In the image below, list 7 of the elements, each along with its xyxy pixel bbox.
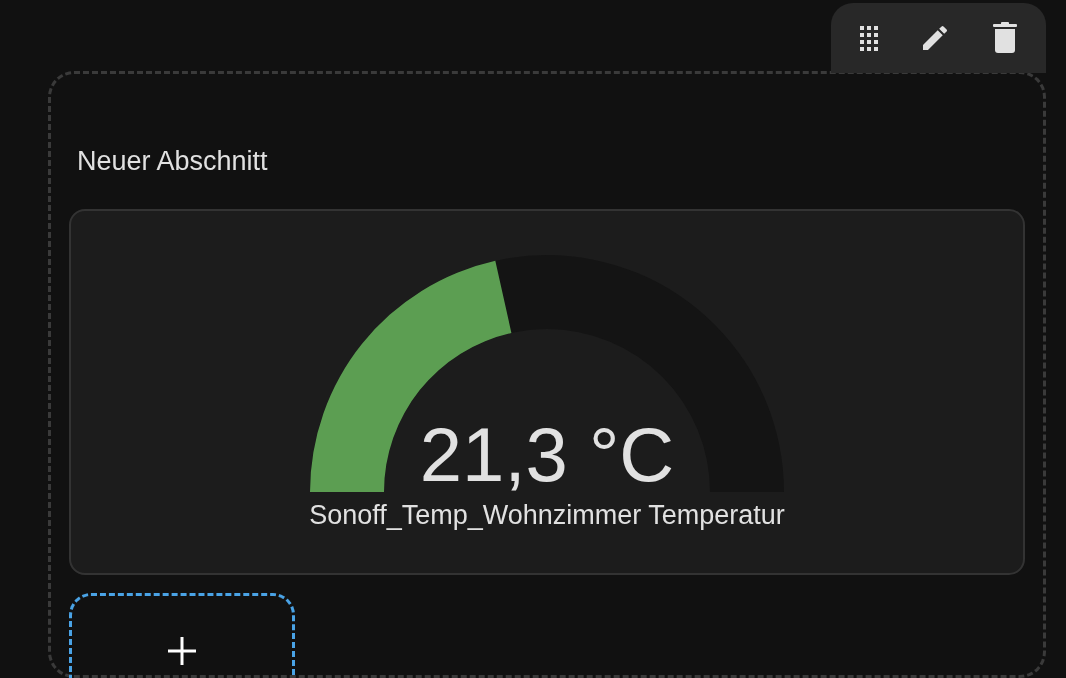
gauge-value: 21,3 °C [418,412,676,498]
drag-handle-icon [859,25,880,51]
add-card-button[interactable] [69,593,295,678]
plus-icon [167,636,197,666]
trash-icon [991,22,1018,54]
section-title: Neuer Abschnitt [77,146,269,177]
entity-name: Sonoff_Temp_Wohnzimmer Temperatur [309,500,785,531]
